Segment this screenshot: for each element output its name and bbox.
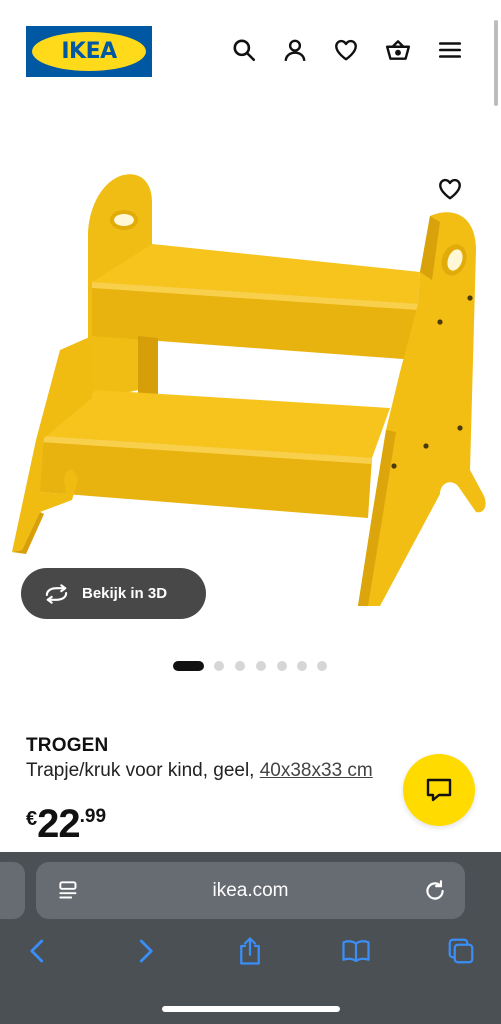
pagination-dot[interactable] [297,661,307,671]
price-currency: € [26,808,38,830]
product-image[interactable] [0,140,501,640]
account-icon[interactable] [281,36,309,64]
pagination-dot[interactable] [256,661,266,671]
logo-oval: IKEA [32,32,146,71]
pagination-dot-active[interactable] [173,661,204,671]
tabs-icon[interactable] [444,934,478,968]
menu-icon[interactable] [436,36,464,64]
browser-toolbar: ikea.com [0,852,501,1024]
forward-icon[interactable] [128,934,162,968]
step-stool-illustration [12,174,486,606]
pagination-dot[interactable] [277,661,287,671]
share-icon[interactable] [233,934,267,968]
home-indicator[interactable] [162,1006,340,1012]
price-decimal: .99 [79,806,107,827]
product-description-text: Trapje/kruk voor kind, geel, [26,760,260,781]
product-description: Trapje/kruk voor kind, geel, 40x38x33 cm [26,760,373,782]
view-in-3d-label: Bekijk in 3D [82,585,168,602]
reload-icon[interactable] [422,878,448,904]
pagination-dot[interactable] [317,661,327,671]
ikea-logo[interactable]: IKEA [26,26,152,77]
view-in-3d-button[interactable]: Bekijk in 3D [21,568,206,619]
image-pagination [0,660,501,672]
pagination-dot[interactable] [214,661,224,671]
back-icon[interactable] [21,934,55,968]
chat-icon [426,778,452,802]
heart-icon[interactable] [332,36,360,64]
pagination-dot[interactable] [235,661,245,671]
previous-tab-preview[interactable] [0,862,25,919]
product-name: TROGEN [26,735,109,756]
basket-icon[interactable] [384,36,412,64]
url-text: ikea.com [212,880,289,901]
bookmarks-icon[interactable] [339,934,373,968]
address-bar[interactable]: ikea.com [36,862,465,919]
product-price: € 22 .99 [26,802,106,846]
logo-text: IKEA [61,39,117,64]
product-dimensions-link[interactable]: 40x38x33 cm [260,760,373,781]
price-integer: 22 [37,802,80,846]
chat-button[interactable] [403,754,475,826]
rotate-3d-icon [45,583,68,604]
page-scrollbar[interactable] [494,20,498,106]
site-header: IKEA [0,0,501,100]
search-icon[interactable] [230,36,258,64]
add-to-favourites-heart-icon[interactable] [437,176,463,202]
